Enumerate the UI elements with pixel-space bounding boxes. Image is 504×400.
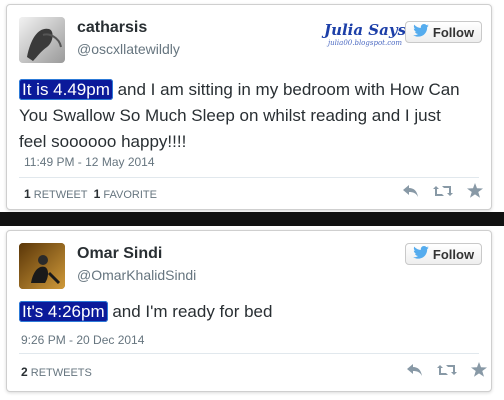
separator-bar — [0, 212, 504, 226]
divider — [19, 353, 479, 354]
follow-label: Follow — [432, 246, 475, 262]
tweet-actions — [407, 362, 487, 382]
tweet-text: It is 4.49pm and I am sitting in my bedr… — [19, 77, 487, 155]
watermark-subtitle: julia00.blogspot.com — [328, 39, 402, 47]
tweet-stats: 2 RETWEETS — [21, 365, 92, 379]
favorite-count[interactable]: 1 — [94, 187, 101, 201]
tweet-text-line3: feel soooooo happy!!!! — [19, 132, 187, 151]
tweet-timestamp[interactable]: 9:26 PM - 20 Dec 2014 — [21, 333, 144, 347]
reply-icon[interactable] — [407, 363, 423, 382]
watermark-title: Julia Says — [323, 21, 407, 39]
follow-label: Follow — [432, 24, 475, 40]
star-icon[interactable] — [467, 183, 483, 203]
retweet-count[interactable]: 2 — [21, 365, 28, 379]
user-name[interactable]: Omar Sindi — [77, 245, 162, 263]
watermark: Julia Says julia00.blogspot.com — [315, 21, 415, 47]
twitter-bird-icon — [413, 24, 429, 40]
favorite-label[interactable]: FAVORITE — [103, 189, 157, 201]
follow-button[interactable]: Follow — [405, 243, 482, 265]
avatar[interactable] — [19, 17, 65, 63]
tweet-text: It's 4:26pm and I'm ready for bed — [19, 299, 487, 325]
tweet-timestamp[interactable]: 11:49 PM - 12 May 2014 — [24, 155, 155, 169]
reply-icon[interactable] — [403, 184, 419, 203]
tweet-actions — [403, 183, 483, 203]
user-handle[interactable]: @OmarKhalidSindi — [77, 267, 196, 283]
tweet-stats: 1 RETWEET 1 FAVORITE — [24, 187, 157, 201]
retweet-label[interactable]: RETWEETS — [31, 367, 92, 379]
user-name[interactable]: catharsis — [77, 19, 147, 37]
tweet-text-line1: and I'm ready for bed — [107, 302, 273, 321]
tweet-text-line2: You Swallow So Much Sleep on whilst read… — [19, 106, 441, 125]
tweet-text-line1: and I am sitting in my bedroom with How … — [112, 80, 460, 99]
twitter-bird-icon — [413, 246, 429, 262]
tweet-card: catharsis @oscxllatewildly Julia Says ju… — [6, 4, 492, 210]
divider — [19, 177, 479, 178]
follow-button[interactable]: Follow — [405, 21, 482, 43]
tweet-card: Omar Sindi @OmarKhalidSindi Follow It's … — [6, 230, 492, 392]
retweet-icon[interactable] — [437, 363, 457, 382]
retweet-count[interactable]: 1 — [24, 187, 31, 201]
retweet-label[interactable]: RETWEET — [34, 189, 88, 201]
user-handle[interactable]: @oscxllatewildly — [77, 41, 180, 57]
star-icon[interactable] — [471, 362, 487, 382]
highlighted-time: It's 4:26pm — [19, 301, 108, 322]
highlighted-time: It is 4.49pm — [19, 79, 113, 100]
retweet-icon[interactable] — [433, 184, 453, 203]
avatar[interactable] — [19, 243, 65, 289]
